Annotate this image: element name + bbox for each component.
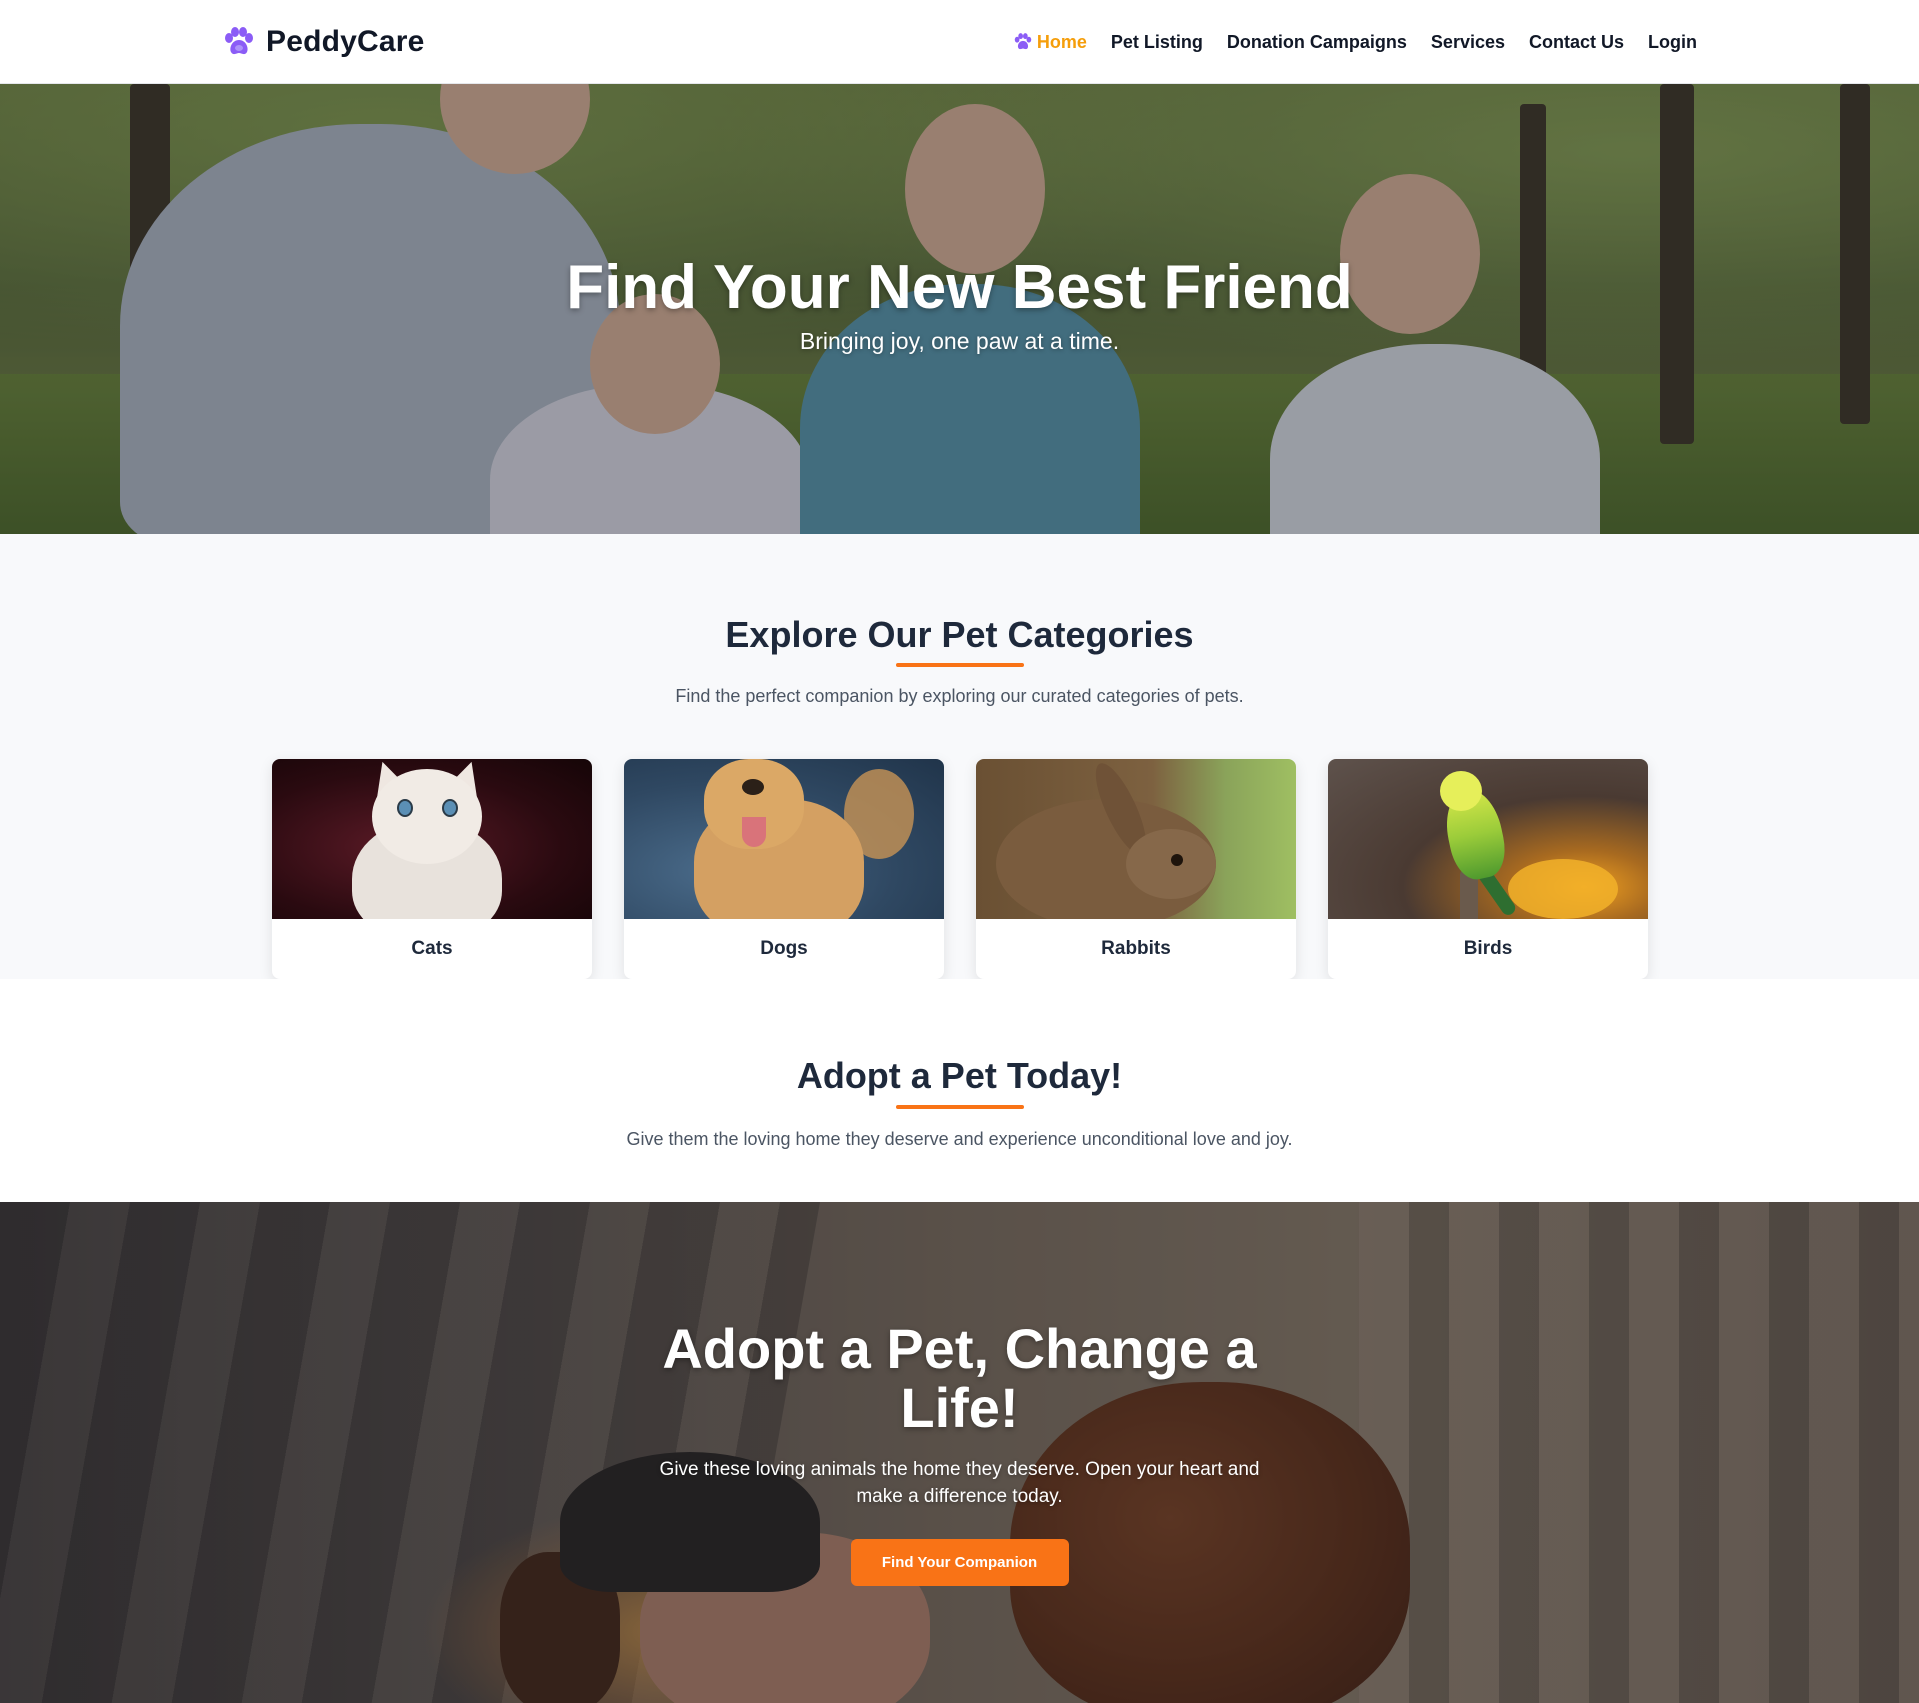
category-cards: Cats Dogs Rabbits Birds: [272, 759, 1648, 979]
paw-icon: [1014, 33, 1032, 50]
main-nav: Home Pet Listing Donation Campaigns Serv…: [1013, 28, 1697, 56]
hero-subtitle: Bringing joy, one paw at a time.: [799, 328, 1120, 355]
rabbit-photo: [976, 759, 1296, 919]
dog-photo: [624, 759, 944, 919]
paw-icon: [225, 27, 253, 55]
nav-services[interactable]: Services: [1431, 32, 1505, 53]
nav-home-label: Home: [1036, 31, 1087, 52]
nav-login[interactable]: Login: [1648, 32, 1697, 53]
brand-logo-link[interactable]: PeddyCare: [222, 22, 425, 62]
hero-banner: Find Your New Best Friend Bringing joy, …: [0, 84, 1919, 534]
nav-contact-us[interactable]: Contact Us: [1529, 32, 1624, 53]
title-underline: [896, 663, 1024, 667]
pet-categories-section: Explore Our Pet Categories Find the perf…: [0, 534, 1919, 979]
find-your-companion-button[interactable]: Find Your Companion: [850, 1538, 1069, 1586]
adopt-today-title: Adopt a Pet Today!: [796, 1055, 1123, 1096]
category-label: Dogs: [760, 938, 808, 959]
nav-pet-listing[interactable]: Pet Listing: [1111, 32, 1203, 53]
category-card-cats[interactable]: Cats: [272, 759, 592, 979]
adopt-today-section: Adopt a Pet Today! Give them the loving …: [0, 979, 1919, 1202]
adopt-today-subtitle: Give them the loving home they deserve a…: [626, 1129, 1293, 1149]
cta-title: Adopt a Pet, Change a Life!: [662, 1317, 1257, 1439]
category-label: Cats: [411, 938, 453, 959]
nav-home[interactable]: Home: [1013, 32, 1087, 53]
nav-donation-campaigns[interactable]: Donation Campaigns: [1227, 32, 1407, 53]
cta-content: Adopt a Pet, Change a Life! Give these l…: [0, 1317, 1919, 1586]
cat-photo: [272, 759, 592, 919]
category-card-birds[interactable]: Birds: [1328, 759, 1648, 979]
category-label: Birds: [1463, 938, 1513, 959]
adopt-cta-banner: Adopt a Pet, Change a Life! Give these l…: [0, 1202, 1919, 1703]
categories-subtitle: Find the perfect companion by exploring …: [675, 686, 1244, 706]
category-card-dogs[interactable]: Dogs: [624, 759, 944, 979]
navbar: PeddyCare Home Pet Listing Donation Camp…: [0, 0, 1919, 84]
category-label: Rabbits: [1101, 938, 1171, 959]
bird-photo: [1328, 759, 1648, 919]
category-card-rabbits[interactable]: Rabbits: [976, 759, 1296, 979]
brand-name: PeddyCare: [266, 25, 425, 58]
categories-title: Explore Our Pet Categories: [725, 614, 1194, 655]
hero-title: Find Your New Best Friend: [566, 253, 1353, 322]
title-underline: [896, 1105, 1024, 1109]
hero-content: Find Your New Best Friend Bringing joy, …: [0, 253, 1919, 355]
cta-text: Give these loving animals the home they …: [659, 1458, 1260, 1508]
